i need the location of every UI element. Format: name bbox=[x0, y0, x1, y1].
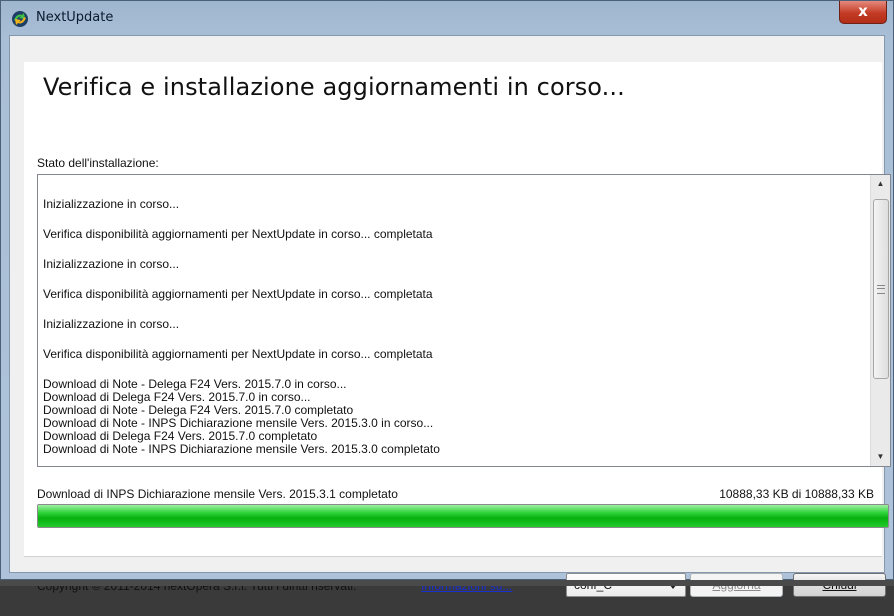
footer: Copyright © 2011-2014 nextOpera S.r.l. T… bbox=[10, 566, 886, 616]
footer-divider bbox=[24, 556, 882, 557]
content: Verifica e installazione aggiornamenti i… bbox=[10, 36, 891, 597]
nextupdate-window: NextUpdate x Verifica e installazione ag… bbox=[0, 0, 894, 597]
log-line: Verifica disponibilità aggiornamenti per… bbox=[43, 347, 433, 361]
log-line: Inizializzazione in corso... bbox=[43, 197, 180, 211]
log-line: Verifica disponibilità aggiornamenti per… bbox=[43, 227, 433, 241]
install-log-box[interactable]: Inizializzazione in corso... Verifica dis… bbox=[37, 174, 891, 467]
install-status-label: Stato dell'installazione: bbox=[37, 156, 159, 170]
install-log-lines: Inizializzazione in corso... Verifica dis… bbox=[43, 181, 866, 456]
log-line: Download di Note - INPS Dichiarazione me… bbox=[43, 442, 440, 456]
scroll-up-icon[interactable]: ▲ bbox=[871, 175, 890, 193]
scroll-down-icon[interactable]: ▼ bbox=[871, 448, 890, 466]
download-progress-bar bbox=[37, 504, 889, 528]
page-title: Verifica e installazione aggiornamenti i… bbox=[43, 73, 625, 101]
log-line: Inizializzazione in corso... bbox=[43, 257, 180, 271]
scrollbar-thumb[interactable] bbox=[873, 199, 889, 379]
grip-icon bbox=[877, 285, 885, 294]
progress-size-text: 10888,33 KB di 10888,33 KB bbox=[719, 487, 874, 501]
desktop-background bbox=[0, 580, 894, 586]
nextupdate-app-icon bbox=[12, 11, 28, 27]
title-bar[interactable]: NextUpdate x bbox=[1, 1, 893, 35]
log-scrollbar[interactable]: ▲ ▼ bbox=[870, 175, 890, 466]
log-line: Inizializzazione in corso... bbox=[43, 317, 180, 331]
progress-status-text: Download di INPS Dichiarazione mensile V… bbox=[37, 487, 398, 501]
close-window-button[interactable]: x bbox=[839, 1, 887, 24]
log-line: Verifica disponibilità aggiornamenti per… bbox=[43, 287, 433, 301]
progress-fill bbox=[38, 505, 888, 527]
client-area: Verifica e installazione aggiornamenti i… bbox=[9, 35, 891, 597]
window-title: NextUpdate bbox=[36, 10, 114, 25]
